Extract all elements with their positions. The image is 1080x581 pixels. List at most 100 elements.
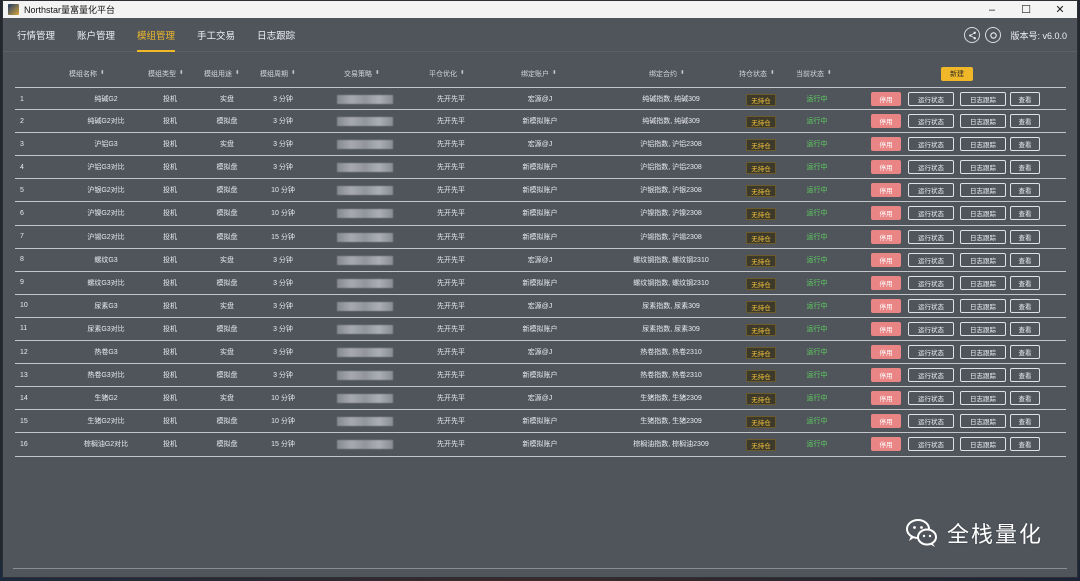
view-button[interactable]: 查看 bbox=[1010, 183, 1040, 198]
log-trace-button[interactable]: 日志跟踪 bbox=[960, 206, 1006, 221]
header-module-type[interactable]: 模组类型 ⬍ bbox=[148, 69, 184, 79]
view-button[interactable]: 查看 bbox=[1010, 92, 1040, 106]
log-trace-button[interactable]: 日志跟踪 bbox=[960, 183, 1006, 198]
stop-button[interactable]: 停用 bbox=[871, 391, 901, 406]
tab-manual-trade[interactable]: 手工交易 bbox=[197, 18, 235, 52]
run-status-button[interactable]: 运行状态 bbox=[908, 391, 954, 406]
log-trace-button[interactable]: 日志跟踪 bbox=[960, 368, 1006, 383]
view-button[interactable]: 查看 bbox=[1010, 114, 1040, 129]
view-button[interactable]: 查看 bbox=[1010, 160, 1040, 175]
run-status-button[interactable]: 运行状态 bbox=[908, 252, 954, 267]
run-status-button[interactable]: 运行状态 bbox=[908, 114, 954, 129]
view-button[interactable]: 查看 bbox=[1010, 321, 1040, 336]
view-button[interactable]: 查看 bbox=[1010, 252, 1040, 267]
header-label: 绑定合约 bbox=[649, 71, 677, 78]
stop-button[interactable]: 停用 bbox=[871, 183, 901, 198]
strategy-redacted bbox=[337, 232, 393, 242]
log-trace-button[interactable]: 日志跟踪 bbox=[960, 391, 1006, 406]
header-close-opt[interactable]: 平仓优化 ⬍ bbox=[429, 69, 465, 79]
log-trace-button[interactable]: 日志跟踪 bbox=[960, 114, 1006, 129]
log-trace-button[interactable]: 日志跟踪 bbox=[960, 92, 1006, 106]
tab-accounts[interactable]: 账户管理 bbox=[77, 18, 115, 52]
strategy-redacted bbox=[337, 324, 393, 334]
run-status-button[interactable]: 运行状态 bbox=[908, 137, 954, 152]
view-button[interactable]: 查看 bbox=[1010, 229, 1040, 244]
close-icon[interactable]: ✕ bbox=[1043, 1, 1077, 18]
log-trace-button[interactable]: 日志跟踪 bbox=[960, 298, 1006, 313]
stop-button[interactable]: 停用 bbox=[871, 345, 901, 360]
new-module-button[interactable]: 新建 bbox=[941, 67, 973, 81]
close-opt: 先开先平 bbox=[437, 302, 465, 310]
minimize-icon[interactable]: – bbox=[975, 1, 1009, 18]
module-name: 热卷G3 bbox=[94, 349, 118, 357]
view-button[interactable]: 查看 bbox=[1010, 437, 1040, 452]
stop-button[interactable]: 停用 bbox=[871, 298, 901, 313]
tab-modules[interactable]: 模组管理 bbox=[137, 18, 176, 52]
view-button[interactable]: 查看 bbox=[1010, 298, 1040, 313]
view-button[interactable]: 查看 bbox=[1010, 414, 1040, 429]
log-trace-button[interactable]: 日志跟踪 bbox=[960, 437, 1006, 452]
strategy-redacted bbox=[337, 394, 393, 404]
module-name: 纯碱G2对比 bbox=[87, 118, 125, 126]
close-opt: 先开先平 bbox=[437, 96, 465, 103]
log-trace-button[interactable]: 日志跟踪 bbox=[960, 229, 1006, 244]
maximize-icon[interactable]: ☐ bbox=[1009, 1, 1043, 18]
run-status-button[interactable]: 运行状态 bbox=[908, 92, 954, 106]
view-button[interactable]: 查看 bbox=[1010, 345, 1040, 360]
log-trace-button[interactable]: 日志跟踪 bbox=[960, 321, 1006, 336]
run-status-button[interactable]: 运行状态 bbox=[908, 229, 954, 244]
run-status-button[interactable]: 运行状态 bbox=[908, 321, 954, 336]
stop-button[interactable]: 停用 bbox=[871, 275, 901, 290]
run-status-button[interactable]: 运行状态 bbox=[908, 437, 954, 452]
header-position[interactable]: 持仓状态 ⬍ bbox=[739, 69, 775, 79]
view-button[interactable]: 查看 bbox=[1010, 206, 1040, 221]
view-button[interactable]: 查看 bbox=[1010, 368, 1040, 383]
log-trace-button[interactable]: 日志跟踪 bbox=[960, 275, 1006, 290]
stop-button[interactable]: 停用 bbox=[871, 229, 901, 244]
share-icon[interactable] bbox=[964, 27, 981, 43]
log-trace-button[interactable]: 日志跟踪 bbox=[960, 160, 1006, 175]
strategy-redacted bbox=[337, 95, 393, 104]
stop-button[interactable]: 停用 bbox=[871, 160, 901, 175]
log-trace-button[interactable]: 日志跟踪 bbox=[960, 345, 1006, 360]
stop-button[interactable]: 停用 bbox=[871, 137, 901, 152]
run-status-button[interactable]: 运行状态 bbox=[908, 345, 954, 360]
header-module-period[interactable]: 模组周期 ⬍ bbox=[260, 69, 296, 79]
run-status-button[interactable]: 运行状态 bbox=[908, 160, 954, 175]
stop-button[interactable]: 停用 bbox=[871, 92, 901, 106]
version-label: 版本号: v6.0.0 bbox=[1010, 30, 1067, 41]
header-strategy[interactable]: 交易策略 ⬍ bbox=[344, 69, 380, 79]
stop-button[interactable]: 停用 bbox=[871, 437, 901, 452]
stop-button[interactable]: 停用 bbox=[871, 114, 901, 129]
stop-button[interactable]: 停用 bbox=[871, 252, 901, 267]
header-module-use[interactable]: 模组用途 ⬍ bbox=[204, 69, 240, 79]
header-state[interactable]: 当前状态 ⬍ bbox=[796, 69, 832, 79]
log-trace-button[interactable]: 日志跟踪 bbox=[960, 414, 1006, 429]
position-badge: 无持仓 bbox=[746, 139, 776, 152]
row-id: 13 bbox=[20, 371, 28, 379]
module-use: 模拟盘 bbox=[216, 279, 238, 287]
log-trace-button[interactable]: 日志跟踪 bbox=[960, 252, 1006, 267]
log-trace-button[interactable]: 日志跟踪 bbox=[960, 137, 1006, 152]
run-status-button[interactable]: 运行状态 bbox=[908, 183, 954, 198]
run-status-button[interactable]: 运行状态 bbox=[908, 414, 954, 429]
header-contract[interactable]: 绑定合约 ⬍ bbox=[649, 69, 685, 79]
view-button[interactable]: 查看 bbox=[1010, 137, 1040, 152]
module-use: 模拟盘 bbox=[216, 325, 238, 333]
run-status-button[interactable]: 运行状态 bbox=[908, 298, 954, 313]
view-button[interactable]: 查看 bbox=[1010, 391, 1040, 406]
tab-log[interactable]: 日志跟踪 bbox=[257, 18, 295, 52]
header-module-name[interactable]: 模组名称 ⬍ bbox=[69, 69, 105, 79]
stop-button[interactable]: 停用 bbox=[871, 206, 901, 221]
stop-button[interactable]: 停用 bbox=[871, 414, 901, 429]
stop-button[interactable]: 停用 bbox=[871, 368, 901, 383]
view-button[interactable]: 查看 bbox=[1010, 275, 1040, 290]
run-status-button[interactable]: 运行状态 bbox=[908, 275, 954, 290]
settings-icon[interactable] bbox=[985, 27, 1002, 43]
tab-market[interactable]: 行情管理 bbox=[17, 18, 55, 52]
header-account[interactable]: 绑定账户 ⬍ bbox=[521, 69, 557, 79]
run-status-button[interactable]: 运行状态 bbox=[908, 206, 954, 221]
run-status-button[interactable]: 运行状态 bbox=[908, 368, 954, 383]
stop-button[interactable]: 停用 bbox=[871, 321, 901, 336]
bound-contract: 沪银指数, 沪银2308 bbox=[640, 187, 702, 195]
